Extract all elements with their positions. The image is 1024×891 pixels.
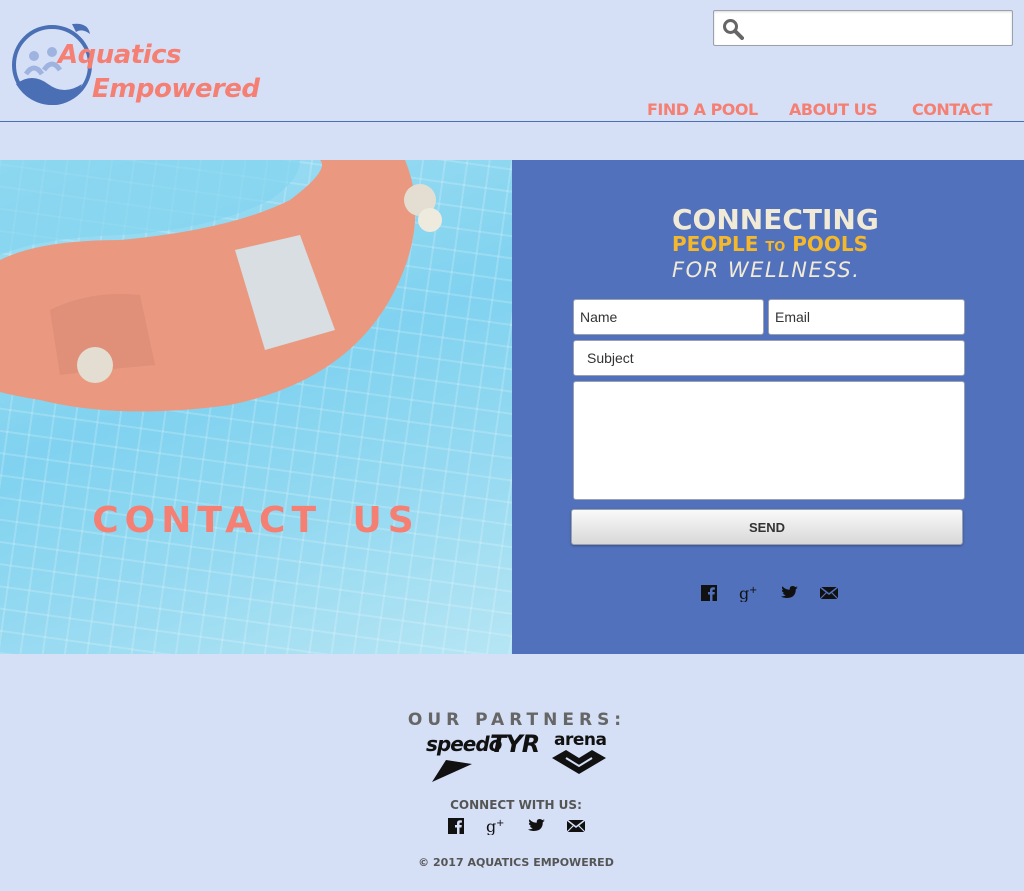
site-header: Aquatics Empowered FIND A POOL ABOUT US … — [0, 0, 1024, 122]
name-field[interactable] — [573, 299, 764, 335]
search-input[interactable] — [750, 15, 1006, 41]
copyright: © 2017 AQUATICS EMPOWERED — [418, 856, 614, 869]
svg-text:+: + — [496, 818, 504, 829]
search-box[interactable] — [713, 10, 1013, 46]
nav-about-us[interactable]: ABOUT US — [789, 100, 878, 119]
facebook-icon[interactable] — [445, 815, 467, 837]
nav-find-a-pool[interactable]: FIND A POOL — [647, 100, 758, 119]
message-field[interactable] — [573, 381, 965, 500]
google-plus-icon[interactable]: g + — [485, 815, 507, 837]
tagline: CONNECTING PEOPLE TO POOLS FOR WELLNESS. — [672, 203, 879, 283]
image-overlay — [0, 160, 512, 654]
email-icon[interactable] — [565, 815, 587, 837]
email-field[interactable] — [768, 299, 965, 335]
tagline-line1: CONNECTING — [672, 203, 879, 236]
footer-social-links: g + — [445, 815, 605, 837]
hero-title: CONTACT US — [92, 500, 420, 541]
subject-field[interactable] — [573, 340, 965, 376]
tagline-to: TO — [765, 240, 786, 255]
twitter-icon[interactable] — [778, 582, 800, 604]
partners-title: OUR PARTNERS: — [407, 710, 627, 730]
email-icon[interactable] — [818, 582, 840, 604]
logo-text-line2: Empowered — [92, 74, 260, 104]
tagline-line2: PEOPLE TO POOLS — [672, 232, 868, 258]
partner-logo-arena[interactable]: arena — [552, 730, 607, 774]
search-icon[interactable] — [722, 18, 744, 40]
svg-text:g: g — [486, 817, 496, 835]
speedo-boomerang-icon — [432, 760, 472, 782]
tagline-people: PEOPLE — [672, 232, 759, 256]
google-plus-icon[interactable]: g + — [738, 582, 760, 604]
tagline-pools: POOLS — [792, 232, 869, 256]
logo-text-line1: Aquatics — [58, 40, 182, 70]
site-logo[interactable]: Aquatics Empowered — [12, 22, 260, 112]
connect-title: CONNECT WITH US: — [450, 798, 582, 812]
facebook-icon[interactable] — [698, 582, 720, 604]
tagline-line3: FOR WELLNESS. — [672, 258, 861, 282]
send-button[interactable]: SEND — [571, 509, 963, 545]
arena-diamond-icon — [552, 750, 606, 774]
partner-logo-tyr[interactable]: TYR — [490, 730, 540, 758]
contact-panel: CONNECTING PEOPLE TO POOLS FOR WELLNESS.… — [512, 160, 1024, 654]
contact-social-links: g + — [698, 582, 858, 604]
partner-arena-text: arena — [554, 730, 607, 750]
svg-text:g: g — [739, 584, 749, 602]
twitter-icon[interactable] — [525, 815, 547, 837]
hero-pool-image: CONTACT US — [0, 160, 512, 654]
nav-contact[interactable]: CONTACT — [912, 100, 992, 119]
svg-text:+: + — [749, 585, 757, 596]
